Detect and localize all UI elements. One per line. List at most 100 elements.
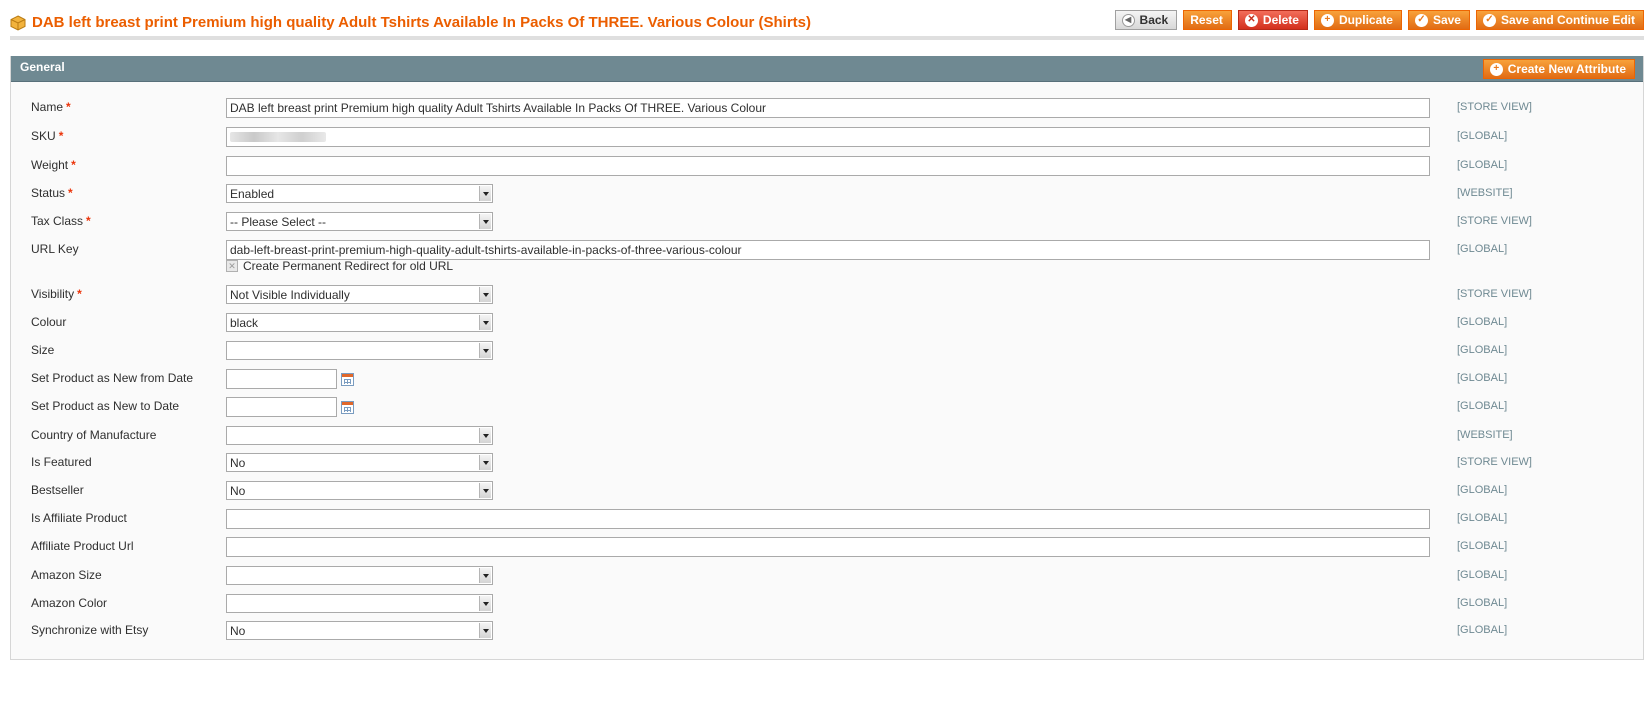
scope-label: [GLOBAL] <box>1457 597 1508 609</box>
back-arrow-icon: ◀ <box>1121 13 1135 27</box>
chevron-down-icon <box>479 428 491 443</box>
amazon-size-select[interactable] <box>226 566 493 585</box>
calendar-icon[interactable] <box>341 401 354 414</box>
package-icon <box>10 14 26 31</box>
field-row-new-from-date: Set Product as New from Date [GLOBAL] <box>11 368 1643 390</box>
section-header: General + Create New Attribute <box>11 56 1643 82</box>
affiliate-input[interactable] <box>226 509 1430 529</box>
scope-label: [STORE VIEW] <box>1457 101 1532 113</box>
field-label: Set Product as New to Date <box>31 399 180 413</box>
save-button[interactable]: ✓ Save <box>1407 10 1470 30</box>
scope-label: [STORE VIEW] <box>1457 456 1532 468</box>
scope-label: [GLOBAL] <box>1457 243 1508 255</box>
required-marker: * <box>86 214 91 228</box>
field-label: Set Product as New from Date <box>31 371 194 385</box>
permanent-redirect-option: ✕ Create Permanent Redirect for old URL <box>226 259 453 273</box>
country-select[interactable] <box>226 426 493 445</box>
field-row-tax-class: Tax Class * -- Please Select -- [STORE VI… <box>11 211 1643 233</box>
field-label: Amazon Size <box>31 568 102 582</box>
field-label: Is Affiliate Product <box>31 511 127 525</box>
redirect-label: Create Permanent Redirect for old URL <box>243 259 454 273</box>
chevron-down-icon <box>479 287 491 302</box>
new-to-date-input[interactable] <box>226 397 337 417</box>
new-from-date-input[interactable] <box>226 369 337 389</box>
sku-input[interactable] <box>226 127 1430 147</box>
required-marker: * <box>66 100 71 114</box>
field-label: Bestseller <box>31 483 84 497</box>
field-row-colour: Colour black [GLOBAL] <box>11 312 1643 334</box>
name-input[interactable]: DAB left breast print Premium high quali… <box>226 98 1430 118</box>
field-row-new-to-date: Set Product as New to Date [GLOBAL] <box>11 396 1643 418</box>
field-row-weight: Weight * [GLOBAL] <box>11 155 1643 177</box>
scope-label: [GLOBAL] <box>1457 540 1508 552</box>
chevron-down-icon <box>479 214 491 229</box>
weight-input[interactable] <box>226 156 1430 176</box>
field-row-name: Name * DAB left breast print Premium high… <box>11 97 1643 119</box>
page-title: DAB left breast print Premium high quali… <box>10 14 811 31</box>
field-label: Colour <box>31 315 67 329</box>
redirect-checkbox[interactable]: ✕ <box>226 260 238 272</box>
chevron-down-icon <box>479 186 491 201</box>
section-title: General <box>20 60 65 74</box>
field-label: Synchronize with Etsy <box>31 623 149 637</box>
chevron-down-icon <box>479 343 491 358</box>
field-row-sku: SKU * [GLOBAL] <box>11 126 1643 148</box>
featured-select[interactable]: No <box>226 453 493 472</box>
field-row-affiliate: Is Affiliate Product [GLOBAL] <box>11 508 1643 530</box>
add-icon: + <box>1320 13 1334 27</box>
scope-label: [GLOBAL] <box>1457 372 1508 384</box>
field-label: Tax Class * <box>31 214 91 228</box>
field-row-url-key: URL Key dab-left-breast-print-premium-hi… <box>11 239 1643 279</box>
tax-class-select[interactable]: -- Please Select -- <box>226 212 493 231</box>
field-label: Is Featured <box>31 455 92 469</box>
field-label: Name * <box>31 100 71 114</box>
duplicate-button[interactable]: + Duplicate <box>1313 10 1402 30</box>
scope-label: [GLOBAL] <box>1457 316 1508 328</box>
calendar-icon[interactable] <box>341 373 354 386</box>
create-attribute-button[interactable]: + Create New Attribute <box>1482 59 1635 79</box>
field-row-featured: Is Featured No [STORE VIEW] <box>11 452 1643 474</box>
header-buttons: ◀ Back Reset ✕ Delete + Duplicate ✓ Save… <box>1114 10 1644 30</box>
required-marker: * <box>71 158 76 172</box>
general-fieldset: General + Create New Attribute Name * DAB… <box>10 56 1644 660</box>
scope-label: [WEBSITE] <box>1457 429 1513 441</box>
field-row-bestseller: Bestseller No [GLOBAL] <box>11 480 1643 502</box>
url-key-input[interactable]: dab-left-breast-print-premium-high-quali… <box>226 240 1430 260</box>
add-icon: + <box>1489 62 1503 76</box>
required-marker: * <box>68 186 73 200</box>
chevron-down-icon <box>479 455 491 470</box>
field-row-affiliate-url: Affiliate Product Url [GLOBAL] <box>11 536 1643 558</box>
chevron-down-icon <box>479 483 491 498</box>
scope-label: [GLOBAL] <box>1457 159 1508 171</box>
field-row-size: Size [GLOBAL] <box>11 340 1643 362</box>
chevron-down-icon <box>479 315 491 330</box>
field-label: Size <box>31 343 55 357</box>
field-label: URL Key <box>31 242 79 256</box>
scope-label: [GLOBAL] <box>1457 484 1508 496</box>
status-select[interactable]: Enabled <box>226 184 493 203</box>
field-label: Weight * <box>31 158 76 172</box>
redacted-value <box>230 132 326 142</box>
affiliate-url-input[interactable] <box>226 537 1430 557</box>
field-row-amazon-size: Amazon Size [GLOBAL] <box>11 565 1643 587</box>
visibility-select[interactable]: Not Visible Individually <box>226 285 493 304</box>
colour-select[interactable]: black <box>226 313 493 332</box>
field-label: SKU * <box>31 129 64 143</box>
required-marker: * <box>77 287 82 301</box>
amazon-color-select[interactable] <box>226 594 493 613</box>
chevron-down-icon <box>479 568 491 583</box>
scope-label: [GLOBAL] <box>1457 130 1508 142</box>
required-marker: * <box>58 129 64 143</box>
reset-button[interactable]: Reset <box>1183 10 1232 30</box>
scope-label: [STORE VIEW] <box>1457 288 1532 300</box>
delete-button[interactable]: ✕ Delete <box>1237 10 1308 30</box>
size-select[interactable] <box>226 341 493 360</box>
etsy-select[interactable]: No <box>226 621 493 640</box>
bestseller-select[interactable]: No <box>226 481 493 500</box>
chevron-down-icon <box>479 596 491 611</box>
field-label: Visibility * <box>31 287 82 301</box>
save-continue-button[interactable]: ✓ Save and Continue Edit <box>1475 10 1644 30</box>
field-row-amazon-color: Amazon Color [GLOBAL] <box>11 593 1643 615</box>
scope-label: [GLOBAL] <box>1457 344 1508 356</box>
back-button[interactable]: ◀ Back <box>1114 10 1178 30</box>
